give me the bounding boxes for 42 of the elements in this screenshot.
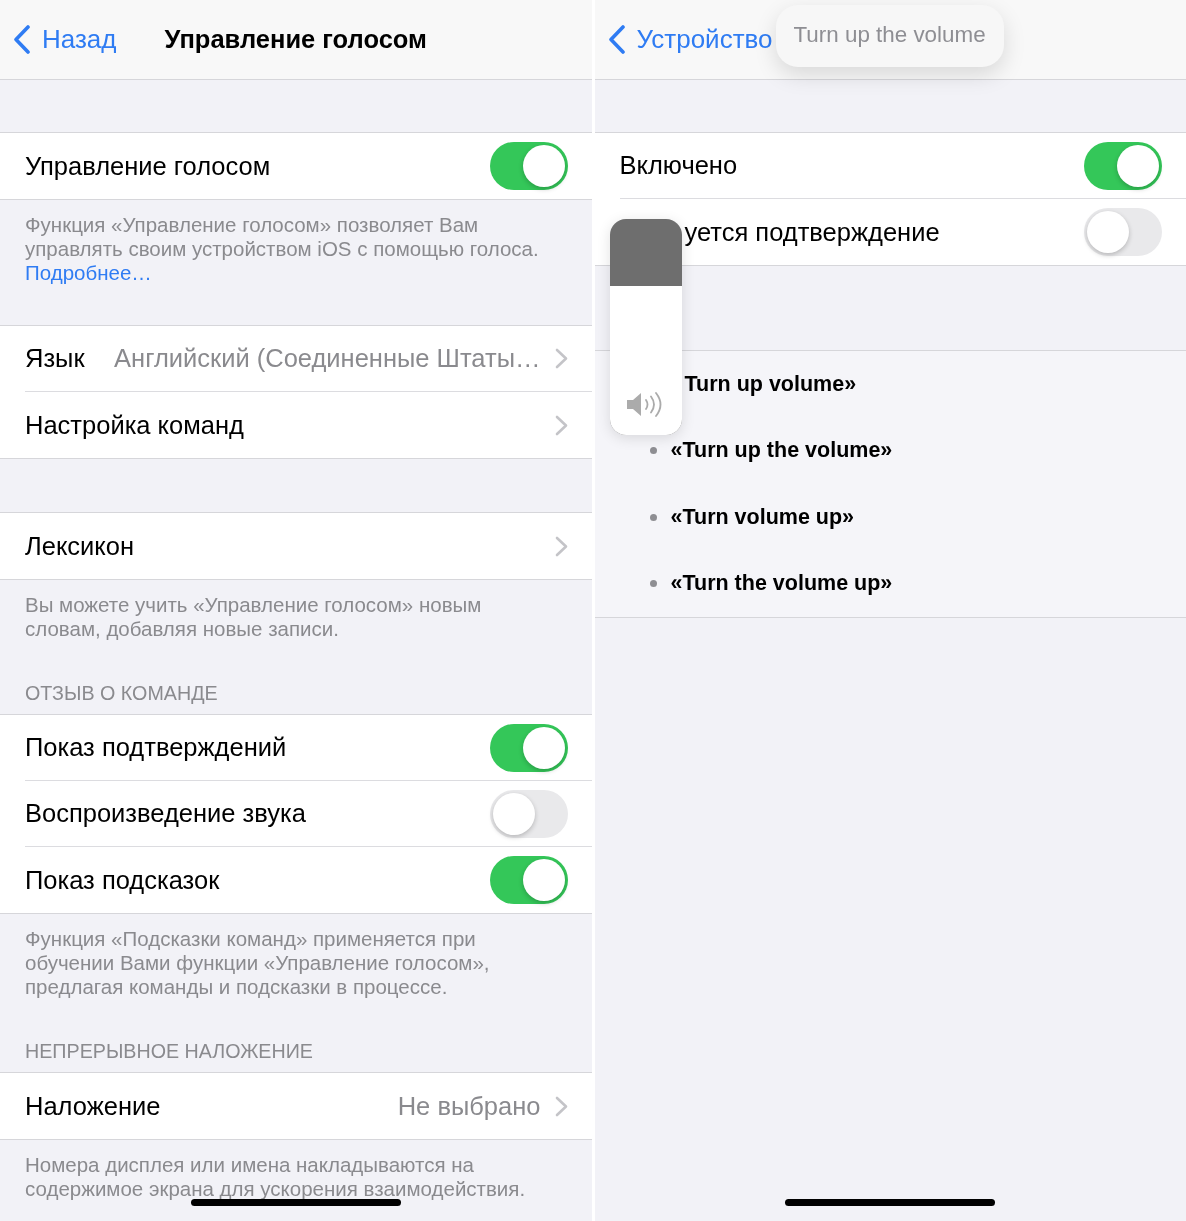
back-button[interactable]: Устройство <box>607 17 777 62</box>
back-button[interactable]: Назад <box>13 17 121 62</box>
section-header: НЕПРЕРЫВНОЕ НАЛОЖЕНИЕ <box>24 1039 314 1064</box>
command-phrase: «Turn up the volume» <box>670 438 893 464</box>
setting-label: Показ подтверждений <box>25 733 287 762</box>
setting-value: Не выбрано <box>397 1091 541 1121</box>
nav-title: Управление голосом <box>164 25 427 54</box>
toggle-switch[interactable] <box>489 142 568 190</box>
chevron-right-icon <box>554 1095 568 1117</box>
setting-label: уется подтверждение <box>684 217 940 247</box>
toggle-switch[interactable] <box>1084 141 1162 190</box>
setting-label: Показ подсказок <box>25 865 220 895</box>
footer-text: Номера дисплея или имена накладываются на содержимое экрана для ускорения взаимодействия. <box>24 1152 527 1201</box>
command-phrase: Turn up volume» <box>684 371 857 397</box>
setting-label[interactable]: Наложение <box>25 1091 161 1121</box>
toggle-switch[interactable] <box>489 789 568 838</box>
setting-label: Воспроизведение звука <box>25 799 306 828</box>
setting-label[interactable]: Настройка команд <box>25 410 244 440</box>
chevron-left-icon <box>607 25 625 54</box>
toggle-switch[interactable] <box>1084 208 1162 256</box>
toggle-switch[interactable] <box>489 723 568 772</box>
more-link[interactable]: Подробнее… <box>25 261 152 284</box>
footer-text: Функция «Подсказки команд» применяется при обучении Вами функции «Управление голосом», предлагая команды и подсказки в процессе. <box>24 926 491 999</box>
chevron-right-icon <box>554 535 568 557</box>
footer-text: Функция «Управление голосом» позволяет Вам управлять своим устройством iOS с помощью голоса. Подробнее… <box>24 212 540 285</box>
command-phrase: «Turn the volume up» <box>670 571 893 597</box>
command-bubble: Turn up the volume <box>775 5 1004 67</box>
command-phrase: «Turn volume up» <box>670 504 855 530</box>
setting-label: Управление голосом <box>25 151 271 181</box>
bullet-icon <box>649 580 657 588</box>
setting-value: Английский (Соединенные Штаты… <box>114 344 541 373</box>
bullet-icon <box>649 447 657 455</box>
section-header: ОТЗЫВ О КОМАНДЕ <box>24 681 219 706</box>
setting-label[interactable]: Лексикон <box>25 531 135 561</box>
bullet-icon <box>649 513 657 521</box>
chevron-right-icon <box>554 414 568 436</box>
footer-text: Вы можете учить «Управление голосом» новым словам, добавляя новые записи. <box>24 592 483 641</box>
toggle-switch[interactable] <box>489 856 568 904</box>
chevron-left-icon <box>13 25 30 54</box>
setting-label[interactable]: Язык <box>25 344 85 373</box>
chevron-right-icon <box>554 348 568 369</box>
setting-label: Включено <box>619 151 738 180</box>
